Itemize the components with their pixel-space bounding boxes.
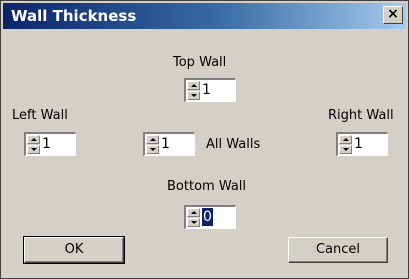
all-walls-spin-buttons: [146, 135, 159, 154]
right-wall-label: Right Wall: [328, 108, 394, 123]
cancel-button[interactable]: Cancel: [288, 237, 388, 263]
spin-down-arrow-icon[interactable]: [146, 145, 159, 154]
right-wall-input[interactable]: 1: [354, 135, 363, 153]
left-wall-label: Left Wall: [12, 108, 68, 123]
bottom-wall-spinner[interactable]: 0: [184, 205, 236, 229]
bottom-wall-label: Bottom Wall: [167, 179, 247, 194]
spin-down-arrow-icon[interactable]: [187, 218, 200, 227]
spin-down-arrow-icon[interactable]: [187, 91, 200, 100]
bottom-wall-input[interactable]: 0: [202, 208, 213, 226]
left-wall-spinner[interactable]: 1: [24, 132, 76, 156]
left-wall-input[interactable]: 1: [42, 135, 51, 153]
ok-button[interactable]: OK: [23, 236, 125, 264]
all-walls-input[interactable]: 1: [161, 135, 170, 153]
top-wall-spin-buttons: [187, 81, 200, 100]
spin-up-arrow-icon[interactable]: [146, 135, 159, 144]
dialog-title: Wall Thickness: [11, 7, 137, 25]
spin-up-arrow-icon[interactable]: [187, 81, 200, 90]
top-wall-spinner[interactable]: 1: [184, 78, 236, 102]
all-walls-spinner[interactable]: 1: [143, 132, 195, 156]
title-bar[interactable]: Wall Thickness ×: [3, 3, 406, 29]
bottom-wall-spin-buttons: [187, 208, 200, 227]
right-wall-spin-buttons: [339, 135, 352, 154]
all-walls-label: All Walls: [206, 137, 261, 152]
spin-down-arrow-icon[interactable]: [27, 145, 40, 154]
spin-up-arrow-icon[interactable]: [339, 135, 352, 144]
spin-down-arrow-icon[interactable]: [339, 145, 352, 154]
spin-up-arrow-icon[interactable]: [187, 208, 200, 217]
close-icon: ×: [387, 6, 399, 22]
top-wall-label: Top Wall: [173, 55, 227, 70]
spin-up-arrow-icon[interactable]: [27, 135, 40, 144]
top-wall-input[interactable]: 1: [202, 81, 211, 99]
wall-thickness-dialog: Wall Thickness × Top Wall 1 Left Wall 1 …: [0, 0, 409, 279]
close-button[interactable]: ×: [383, 6, 403, 24]
left-wall-spin-buttons: [27, 135, 40, 154]
right-wall-spinner[interactable]: 1: [336, 132, 388, 156]
